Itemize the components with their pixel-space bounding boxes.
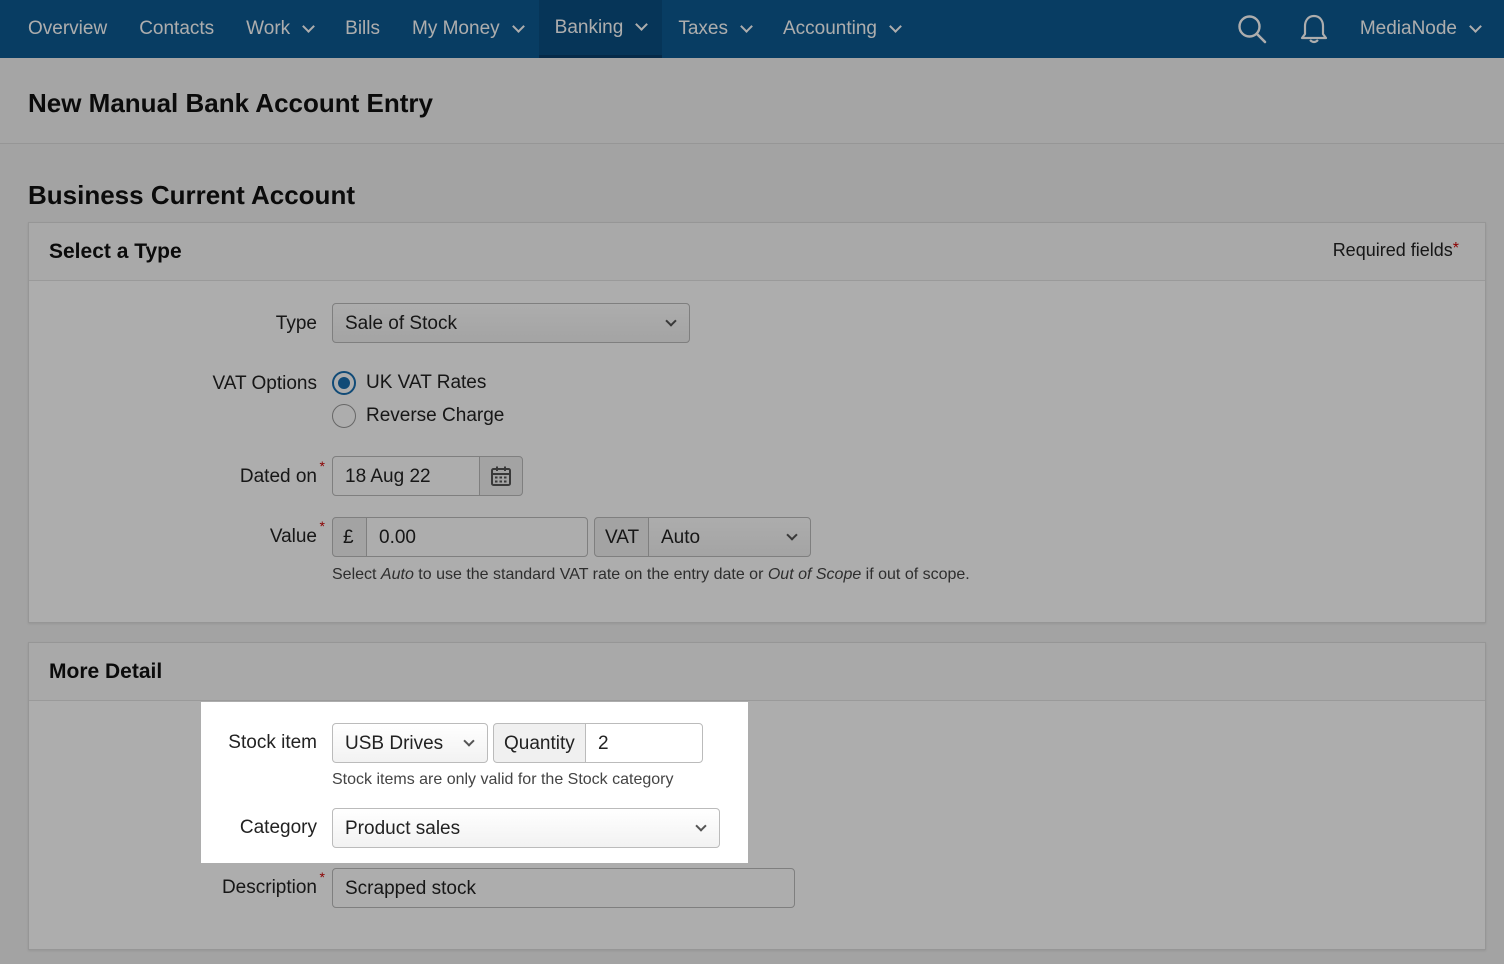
chevron-down-icon	[511, 19, 525, 33]
nav-right: MediaNode	[1236, 0, 1504, 58]
description-value: Scrapped stock	[345, 878, 476, 899]
chevron-down-icon	[889, 19, 902, 33]
vat-hint-post: if out of scope.	[861, 566, 970, 583]
nav-contacts-label: Contacts	[139, 18, 215, 39]
dated-label: Dated on *	[37, 458, 325, 488]
nav-taxes-label: Taxes	[678, 18, 728, 39]
vat-hint-auto: Auto	[380, 566, 414, 583]
stock-item-label-text: Stock item	[228, 732, 317, 753]
value-label: Value *	[37, 518, 325, 548]
calendar-icon	[491, 466, 511, 486]
vat-addon: VAT	[594, 517, 649, 557]
page-title: New Manual Bank Account Entry	[28, 88, 433, 118]
vat-rate-value: Auto	[661, 527, 701, 548]
required-star: *	[319, 869, 325, 885]
vat-options-label: VAT Options	[37, 373, 317, 395]
quantity-addon: Quantity	[493, 723, 586, 763]
vat-radio-reverse-label: Reverse Charge	[366, 405, 505, 426]
currency-addon: £	[332, 517, 367, 557]
required-star: *	[319, 518, 325, 534]
vat-hint-pre: Select	[332, 566, 381, 583]
account-title: Business Current Account	[28, 180, 355, 210]
main-content: Business Current Account Select a Type R…	[0, 144, 1504, 964]
amount-input-value: 0.00	[379, 527, 416, 548]
quantity-input[interactable]: 2	[585, 723, 703, 763]
page-header: New Manual Bank Account Entry	[0, 58, 1504, 144]
nav-contacts[interactable]: Contacts	[123, 0, 230, 58]
vat-radio-uk[interactable]: UK VAT Rates	[332, 371, 486, 395]
quantity-value: 2	[598, 733, 609, 754]
description-label: Description *	[37, 869, 325, 899]
stock-item-label: Stock item	[37, 732, 317, 754]
date-input-value: 18 Aug 22	[345, 466, 431, 487]
value-label-text: Value	[269, 526, 317, 547]
nav-banking[interactable]: Banking	[538, 0, 663, 58]
nav-bills-label: Bills	[345, 18, 380, 39]
chevron-down-icon	[695, 820, 707, 832]
nav-taxes[interactable]: Taxes	[662, 0, 767, 58]
vat-hint: Select Auto to use the standard VAT rate…	[332, 566, 970, 584]
required-note-text: Required fields	[1332, 240, 1453, 260]
description-input[interactable]: Scrapped stock	[332, 868, 795, 908]
amount-input[interactable]: 0.00	[366, 517, 588, 557]
vat-rate-select[interactable]: Auto	[648, 517, 811, 557]
vat-hint-mid: to use the standard VAT rate on the entr…	[413, 566, 768, 583]
required-star: *	[1452, 240, 1459, 257]
chevron-down-icon	[665, 315, 677, 327]
nav-banking-label: Banking	[554, 16, 624, 38]
chevron-down-icon	[463, 735, 475, 747]
select-type-panel: Select a Type Required fields* Type Sale…	[28, 222, 1486, 623]
nav-overview[interactable]: Overview	[0, 0, 123, 58]
vat-radio-reverse[interactable]: Reverse Charge	[332, 404, 504, 428]
chevron-down-icon	[786, 529, 798, 541]
nav-overview-label: Overview	[28, 18, 108, 39]
required-note: Required fields*	[1333, 240, 1459, 261]
category-select[interactable]: Product sales	[332, 808, 720, 848]
radio-checked-icon	[332, 371, 356, 395]
type-select-value: Sale of Stock	[345, 313, 457, 334]
nav-accounting[interactable]: Accounting	[767, 0, 916, 58]
required-star: *	[319, 458, 325, 474]
category-label-text: Category	[239, 817, 317, 838]
type-label-text: Type	[275, 313, 317, 334]
date-input[interactable]: 18 Aug 22	[332, 456, 480, 496]
nav-work-label: Work	[246, 18, 291, 39]
stock-item-value: USB Drives	[345, 733, 444, 754]
vat-options-label-text: VAT Options	[212, 373, 317, 394]
chevron-down-icon	[1469, 19, 1482, 33]
nav-bills[interactable]: Bills	[329, 0, 396, 58]
currency-symbol: £	[343, 527, 354, 548]
chevron-down-icon	[302, 19, 316, 33]
nav-my-money-label: My Money	[412, 18, 500, 39]
calendar-button[interactable]	[479, 456, 523, 496]
radio-unchecked-icon	[332, 404, 356, 428]
nav-accounting-label: Accounting	[782, 18, 877, 39]
type-label: Type	[37, 313, 317, 335]
vat-radio-uk-label: UK VAT Rates	[366, 372, 487, 393]
stock-hint: Stock items are only valid for the Stock…	[332, 771, 674, 788]
category-label: Category	[37, 817, 317, 839]
category-value: Product sales	[345, 818, 461, 839]
search-icon[interactable]	[1236, 13, 1268, 45]
nav-work[interactable]: Work	[230, 0, 329, 58]
more-detail-panel: More Detail Stock item USB Drives Quanti…	[28, 642, 1486, 950]
bell-icon[interactable]	[1298, 13, 1330, 45]
stock-item-select[interactable]: USB Drives	[332, 723, 488, 763]
description-label-text: Description	[221, 877, 317, 898]
user-name: MediaNode	[1359, 18, 1457, 39]
panel-header: Select a Type Required fields*	[29, 223, 1485, 281]
top-nav: Overview Contacts Work Bills My Money Ba…	[0, 0, 1504, 58]
chevron-down-icon	[740, 19, 753, 33]
vat-addon-label: VAT	[605, 527, 640, 548]
type-select[interactable]: Sale of Stock	[332, 303, 690, 343]
chevron-down-icon	[635, 18, 649, 31]
panel-title: More Detail	[49, 660, 163, 683]
nav-my-money[interactable]: My Money	[396, 0, 539, 58]
dated-label-text: Dated on	[239, 466, 317, 487]
quantity-label: Quantity	[504, 733, 575, 754]
vat-hint-oos: Out of Scope	[767, 566, 862, 583]
panel-header: More Detail	[29, 643, 1485, 701]
panel-title: Select a Type	[49, 240, 182, 263]
user-menu[interactable]: MediaNode	[1360, 18, 1504, 40]
